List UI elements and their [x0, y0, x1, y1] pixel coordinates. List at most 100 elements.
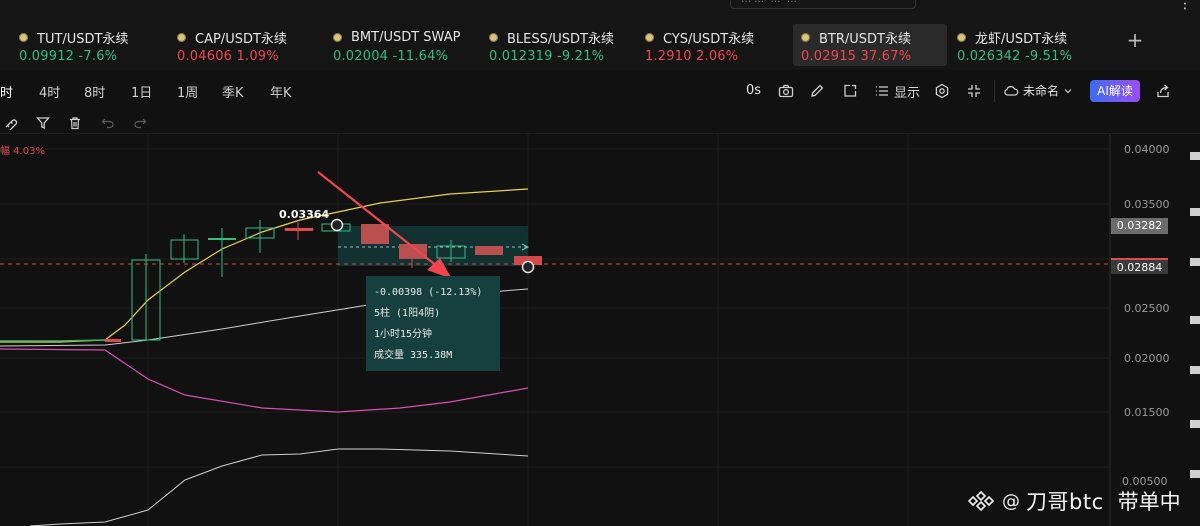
axis-marker — [1190, 316, 1200, 324]
ticker-tab-bmt[interactable]: BMT/USDT SWAP 0.02004 -11.64% — [325, 24, 468, 66]
ticker-change: 2.06% — [696, 49, 739, 64]
measure-volume: 成交量 335.38M — [374, 350, 453, 361]
interval-quarter[interactable]: 季K — [222, 82, 244, 101]
interval-8h[interactable]: 8时 — [84, 82, 105, 101]
y-tick: 0.04000 — [1124, 143, 1170, 156]
ticker-name: BMT/USDT SWAP — [351, 29, 461, 45]
coin-icon — [489, 32, 498, 42]
watermark-suffix: 带单中 — [1117, 490, 1181, 514]
measure-bars: 5柱 (1阳4阴) — [374, 308, 441, 319]
candle — [105, 339, 121, 342]
coin-icon — [19, 32, 28, 42]
candle — [285, 228, 313, 231]
ticker-change: 37.67% — [860, 49, 912, 64]
coin-icon — [333, 32, 342, 42]
grid — [0, 134, 1110, 526]
external-icon[interactable] — [841, 83, 859, 99]
price-tag-high: 0.03282 — [1111, 218, 1168, 234]
more-icon[interactable]: ⋮ — [1178, 0, 1192, 12]
price-tag-last: 0.02884 — [1111, 258, 1168, 274]
interval-year[interactable]: 年K — [270, 82, 292, 101]
layout-selector[interactable]: 未命名 — [1003, 82, 1073, 99]
ticker-change: 1.09% — [236, 49, 279, 64]
ticker-change: -7.6% — [78, 49, 118, 64]
ticker-price: 1.2910 — [645, 49, 692, 64]
candlestick-chart[interactable]: 0.04000 0.03500 0.02500 0.02000 0.01500 … — [0, 134, 1200, 526]
ticker-price: 0.02915 — [801, 49, 857, 64]
cloud-icon — [1004, 85, 1019, 96]
redo-icon[interactable] — [132, 116, 148, 130]
measure-change: -0.00398 (-12.13%) — [374, 287, 483, 298]
ticker-tab-cap[interactable]: CAP/USDT永续 0.04606 1.09% — [169, 24, 295, 66]
ticker-tab-tut[interactable]: TUT/USDT永续 0.09912 -7.6% — [11, 24, 137, 66]
toolbar-divider — [994, 80, 995, 102]
watermark-at: @ — [1002, 490, 1020, 512]
coin-icon — [177, 32, 186, 42]
settings-icon[interactable] — [933, 83, 951, 99]
drawing-toolbar — [0, 112, 1200, 134]
trash-icon[interactable] — [67, 116, 83, 130]
magnet-icon[interactable] — [3, 116, 19, 130]
ticker-price: 0.09912 — [19, 49, 75, 64]
ticker-tab-btr[interactable]: BTR/USDT永续 0.02915 37.67% — [793, 24, 947, 66]
measure-end-handle[interactable] — [521, 260, 535, 274]
interval-1w[interactable]: 1周 — [177, 82, 198, 101]
axis-marker — [1190, 420, 1200, 428]
axis-marker — [1190, 470, 1200, 478]
ticker-name: CYS/USDT永续 — [663, 31, 755, 47]
measure-tooltip: -0.00398 (-12.13%) 5柱 (1阳4阴) 1小时15分钟 成交量… — [366, 276, 500, 371]
ticker-tab-lobster[interactable]: 龙虾/USDT永续 0.026342 -9.51% — [949, 24, 1080, 66]
ticker-price: 0.02004 — [333, 49, 389, 64]
interval-4h[interactable]: 4时 — [39, 82, 60, 101]
share-icon[interactable] — [1154, 83, 1172, 99]
ticker-change: -11.64% — [392, 49, 449, 64]
ticker-name: 龙虾/USDT永续 — [975, 31, 1068, 47]
y-tick: 0.02500 — [1124, 302, 1170, 315]
axis-marker — [1190, 366, 1200, 374]
y-axis: 0.04000 0.03500 0.02500 0.02000 0.01500 … — [1122, 143, 1170, 488]
list-icon[interactable] — [873, 83, 891, 99]
display-menu[interactable]: 显示 — [894, 82, 920, 101]
ticker-tab-bar: …·… ·… ·… TUT/USDT永续 0.09912 -7.6% CAP/U… — [0, 0, 1200, 70]
axis-marker — [1190, 208, 1200, 216]
ticker-price: 0.026342 — [957, 49, 1021, 64]
layout-name: 未命名 — [1023, 84, 1060, 98]
y-tick: 0.02000 — [1124, 352, 1170, 365]
ticker-change: -9.51% — [1024, 49, 1073, 64]
y-tick: 0.03500 — [1124, 198, 1170, 211]
trading-app: { "top_search": "…·… ·… ·…", "tickers": … — [0, 0, 1200, 526]
ticker-name: BTR/USDT永续 — [819, 31, 911, 47]
coin-icon — [957, 32, 966, 42]
filter-icon[interactable] — [35, 116, 51, 130]
ticker-price: 0.04606 — [177, 49, 233, 64]
interval-hour[interactable]: 时 — [0, 82, 13, 101]
ticker-tab-bless[interactable]: BLESS/USDT永续 0.012319 -9.21% — [481, 24, 622, 66]
add-tab-button[interactable]: + — [1125, 30, 1145, 50]
chevron-down-icon — [1064, 88, 1072, 93]
camera-icon[interactable] — [777, 83, 795, 99]
platform-logo-icon — [967, 490, 995, 512]
sub-indicator-line — [29, 448, 529, 526]
candle — [475, 246, 503, 255]
y-tick: 0.01500 — [1124, 406, 1170, 419]
measure-start-handle[interactable] — [330, 218, 344, 232]
axis-marker — [1190, 258, 1200, 266]
ticker-change: -9.21% — [556, 49, 605, 64]
ai-analysis-button[interactable]: AI解读 — [1090, 80, 1140, 102]
realtime-toggle[interactable]: 0s — [746, 83, 761, 98]
coin-icon — [645, 32, 654, 42]
interval-1d[interactable]: 1日 — [131, 82, 152, 101]
undo-icon[interactable] — [100, 116, 116, 130]
amplitude-label: 幅 4.03% — [0, 146, 45, 157]
watermark: @ 刀哥btc 带单中 — [966, 486, 1181, 516]
pencil-icon[interactable] — [808, 83, 826, 99]
measure-duration: 1小时15分钟 — [374, 329, 433, 340]
ticker-name: TUT/USDT永续 — [37, 31, 129, 47]
axis-marker — [1190, 152, 1200, 160]
top-search-field[interactable]: …·… ·… ·… — [730, 0, 916, 9]
ticker-name: CAP/USDT永续 — [195, 31, 287, 47]
ticker-tab-cys[interactable]: CYS/USDT永续 1.2910 2.06% — [637, 24, 762, 66]
coin-icon — [801, 32, 810, 42]
green-line — [0, 339, 106, 342]
collapse-icon[interactable] — [965, 83, 983, 99]
